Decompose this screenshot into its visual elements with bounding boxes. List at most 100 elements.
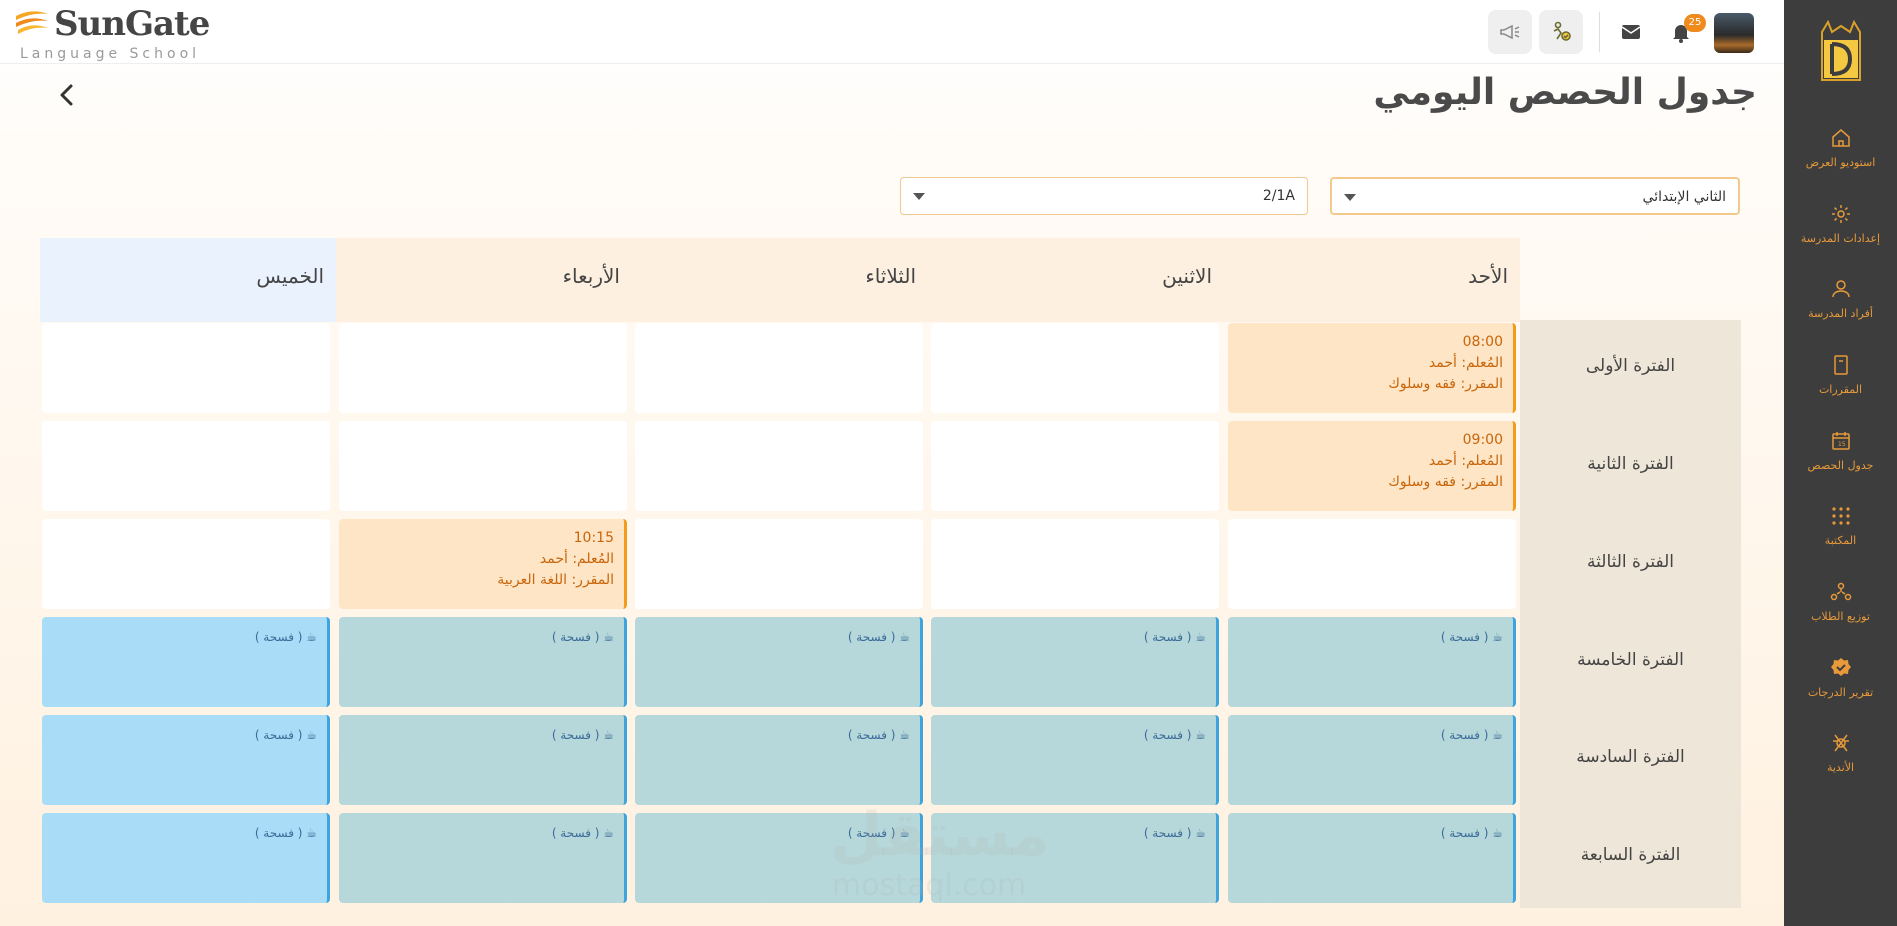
break-cell[interactable]: ☕ ( فسحة ) bbox=[42, 813, 330, 903]
empty-cell[interactable] bbox=[339, 421, 627, 511]
lesson-teacher: المُعلم: أحمد bbox=[1428, 355, 1503, 371]
tasks-button[interactable] bbox=[1539, 10, 1583, 54]
break-cell[interactable]: ☕ ( فسحة ) bbox=[635, 715, 923, 805]
day-header-sunday: الأحد bbox=[1224, 238, 1520, 322]
sidebar-item-school-members[interactable]: أفراد المدرسة bbox=[1784, 277, 1897, 337]
sidebar-item-timetable[interactable]: 15 جدول الحصص bbox=[1784, 429, 1897, 489]
svg-text:15: 15 bbox=[1838, 441, 1846, 448]
book-icon bbox=[1833, 355, 1848, 375]
break-cell[interactable]: ☕ ( فسحة ) bbox=[42, 715, 330, 805]
lesson-course: المقرر: فقه وسلوك bbox=[1388, 376, 1503, 392]
class-select[interactable]: 2/1A bbox=[900, 177, 1308, 215]
break-label: ☕ ( فسحة ) bbox=[551, 826, 614, 840]
lesson-course: المقرر: اللغة العربية bbox=[497, 572, 614, 588]
day-header-thursday: الخميس bbox=[40, 238, 336, 322]
break-cell[interactable]: ☕ ( فسحة ) bbox=[635, 617, 923, 707]
break-label: ☕ ( فسحة ) bbox=[254, 728, 317, 742]
break-cell[interactable]: ☕ ( فسحة ) bbox=[1228, 617, 1516, 707]
calendar-icon: 15 bbox=[1831, 432, 1850, 450]
sidebar-item-label: استوديو العرض bbox=[1805, 156, 1876, 169]
day-header-monday: الاثنين bbox=[928, 238, 1224, 322]
top-header: SunGate Language School 25 bbox=[0, 0, 1784, 64]
day-header-tuesday: الثلاثاء bbox=[632, 238, 928, 322]
school-logo-icon[interactable] bbox=[1818, 20, 1864, 86]
sidebar: استوديو العرض إعدادات المدرسة أفراد المد… bbox=[1784, 0, 1897, 926]
empty-cell[interactable] bbox=[42, 323, 330, 413]
home-icon bbox=[1831, 129, 1850, 147]
sidebar-item-label: جدول الحصص bbox=[1807, 459, 1874, 472]
break-cell[interactable]: ☕ ( فسحة ) bbox=[931, 715, 1219, 805]
sidebar-item-grades-report[interactable]: تقرير الدرجات bbox=[1784, 656, 1897, 716]
break-cell[interactable]: ☕ ( فسحة ) bbox=[931, 617, 1219, 707]
break-label: ☕ ( فسحة ) bbox=[254, 826, 317, 840]
sungate-logo[interactable]: SunGate Language School bbox=[14, 4, 214, 62]
break-label: ☕ ( فسحة ) bbox=[1143, 826, 1206, 840]
empty-cell[interactable] bbox=[635, 519, 923, 609]
day-header-wednesday: الأربعاء bbox=[336, 238, 632, 322]
break-label: ☕ ( فسحة ) bbox=[1440, 728, 1503, 742]
lesson-time: 10:15 bbox=[573, 530, 614, 546]
empty-cell[interactable] bbox=[635, 421, 923, 511]
sun-logo-icon bbox=[16, 11, 48, 34]
lesson-time: 09:00 bbox=[1462, 432, 1503, 448]
sidebar-item-clubs[interactable]: الأندية bbox=[1784, 731, 1897, 791]
sidebar-item-student-distribution[interactable]: توزيع الطلاب bbox=[1784, 580, 1897, 640]
empty-cell[interactable] bbox=[931, 519, 1219, 609]
students-icon bbox=[1830, 582, 1851, 601]
break-label: ☕ ( فسحة ) bbox=[847, 630, 910, 644]
period-label: الفترة الثانية bbox=[1587, 454, 1674, 474]
empty-cell[interactable] bbox=[1228, 519, 1516, 609]
grid-icon bbox=[1831, 507, 1850, 525]
lesson-course: المقرر: فقه وسلوك bbox=[1388, 474, 1503, 490]
class-select-value: 2/1A bbox=[1262, 188, 1295, 204]
person-icon bbox=[1831, 280, 1850, 298]
period-label: الفترة الأولى bbox=[1585, 356, 1676, 376]
lesson-teacher: المُعلم: أحمد bbox=[539, 551, 614, 567]
break-cell[interactable]: ☕ ( فسحة ) bbox=[1228, 715, 1516, 805]
messages-button[interactable] bbox=[1613, 14, 1649, 50]
sidebar-item-library[interactable]: المكتبة bbox=[1784, 504, 1897, 564]
empty-cell[interactable] bbox=[931, 421, 1219, 511]
empty-cell[interactable] bbox=[42, 519, 330, 609]
period-label: الفترة السابعة bbox=[1580, 845, 1681, 865]
grade-select-value: الثاني الإبتدائي bbox=[1642, 189, 1726, 205]
lesson-cell[interactable]: 10:15 المُعلم: أحمد المقرر: اللغة العربي… bbox=[339, 519, 627, 609]
sidebar-item-label: المقررات bbox=[1818, 383, 1863, 396]
break-cell[interactable]: ☕ ( فسحة ) bbox=[339, 617, 627, 707]
sidebar-item-label: أفراد المدرسة bbox=[1808, 307, 1873, 320]
lesson-cell[interactable]: 09:00 المُعلم: أحمد المقرر: فقه وسلوك bbox=[1228, 421, 1516, 511]
empty-cell[interactable] bbox=[635, 323, 923, 413]
break-cell[interactable]: ☕ ( فسحة ) bbox=[339, 813, 627, 903]
break-label: ☕ ( فسحة ) bbox=[551, 728, 614, 742]
page-title: جدول الحصص اليومي bbox=[1373, 72, 1757, 113]
sidebar-item-display-studio[interactable]: استوديو العرض bbox=[1784, 126, 1897, 186]
chevron-down-icon bbox=[1344, 194, 1356, 201]
break-label: ☕ ( فسحة ) bbox=[847, 728, 910, 742]
sidebar-item-school-settings[interactable]: إعدادات المدرسة bbox=[1784, 202, 1897, 262]
notification-count-badge: 25 bbox=[1684, 14, 1706, 32]
sidebar-item-label: توزيع الطلاب bbox=[1811, 610, 1870, 623]
user-avatar[interactable] bbox=[1714, 13, 1754, 53]
lesson-cell[interactable]: 08:00 المُعلم: أحمد المقرر: فقه وسلوك bbox=[1228, 323, 1516, 413]
brand-name: SunGate bbox=[54, 4, 210, 44]
back-chevron-icon[interactable] bbox=[52, 80, 82, 110]
sidebar-item-label: إعدادات المدرسة bbox=[1800, 232, 1881, 245]
announcement-button[interactable] bbox=[1488, 10, 1532, 54]
break-cell[interactable]: ☕ ( فسحة ) bbox=[1228, 813, 1516, 903]
grade-select[interactable]: الثاني الإبتدائي bbox=[1330, 177, 1740, 215]
break-cell[interactable]: ☕ ( فسحة ) bbox=[339, 715, 627, 805]
chevron-down-icon bbox=[913, 193, 925, 200]
empty-cell[interactable] bbox=[42, 421, 330, 511]
break-label: ☕ ( فسحة ) bbox=[1143, 728, 1206, 742]
watermark-url: mostaql.com bbox=[832, 868, 1027, 903]
mail-icon bbox=[1621, 25, 1641, 39]
empty-cell[interactable] bbox=[931, 323, 1219, 413]
watermark-text: مستقل bbox=[830, 800, 1050, 870]
empty-cell[interactable] bbox=[339, 323, 627, 413]
header-divider bbox=[1599, 12, 1600, 52]
break-cell[interactable]: ☕ ( فسحة ) bbox=[42, 617, 330, 707]
sidebar-item-label: تقرير الدرجات bbox=[1807, 686, 1874, 699]
lesson-teacher: المُعلم: أحمد bbox=[1428, 453, 1503, 469]
brand-subtitle: Language School bbox=[20, 46, 201, 62]
sidebar-item-courses[interactable]: المقررات bbox=[1784, 353, 1897, 413]
